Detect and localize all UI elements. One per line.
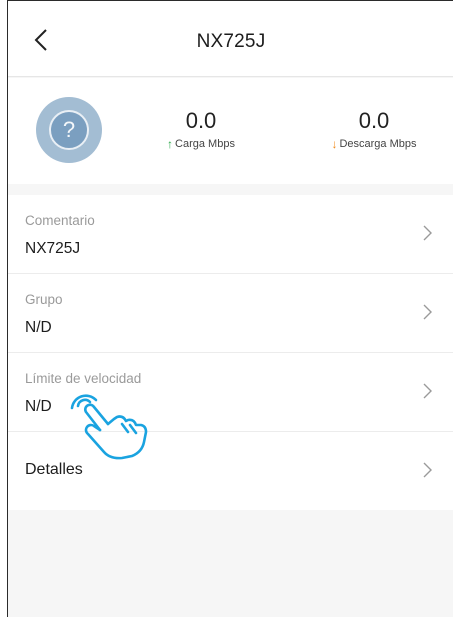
settings-list: Comentario NX725J Grupo N/D Límite de ve… [8, 195, 453, 510]
row-label: Grupo [25, 292, 63, 307]
chevron-right-icon [423, 304, 432, 320]
chevron-right-icon [423, 225, 432, 241]
row-label: Detalles [25, 461, 83, 478]
row-label: Límite de velocidad [25, 371, 142, 386]
row-value: N/D [25, 398, 52, 415]
row-value: NX725J [25, 240, 81, 257]
row-value: N/D [25, 319, 52, 336]
row-limite-velocidad[interactable]: Límite de velocidad N/D [8, 353, 453, 432]
row-comentario[interactable]: Comentario NX725J [8, 195, 453, 274]
arrow-down-icon: ↓ [331, 137, 338, 151]
download-value: 0.0 [358, 108, 390, 133]
device-avatar: ? [36, 97, 102, 163]
row-label: Comentario [25, 213, 95, 228]
upload-stat: 0.0 ↑ Carga Mbps [141, 108, 261, 151]
top-bar: NX725J [8, 1, 453, 77]
unknown-device-icon: ? [49, 110, 89, 150]
chevron-right-icon [423, 462, 432, 478]
row-grupo[interactable]: Grupo N/D [8, 274, 453, 353]
speed-summary: ? 0.0 ↑ Carga Mbps 0.0 ↓ Descarga Mbps [8, 78, 453, 184]
page-title: NX725J [196, 31, 266, 52]
row-detalles[interactable]: Detalles [8, 432, 453, 510]
app-screen: NX725J ? 0.0 ↑ Carga Mbps 0.0 ↓ Descarga… [7, 0, 453, 617]
chevron-right-icon [423, 383, 432, 399]
upload-label: Carga Mbps [175, 138, 235, 150]
download-label: Descarga Mbps [339, 138, 417, 150]
arrow-up-icon: ↑ [167, 137, 174, 151]
upload-value: 0.0 [185, 108, 217, 133]
download-stat: 0.0 ↓ Descarga Mbps [314, 108, 434, 151]
